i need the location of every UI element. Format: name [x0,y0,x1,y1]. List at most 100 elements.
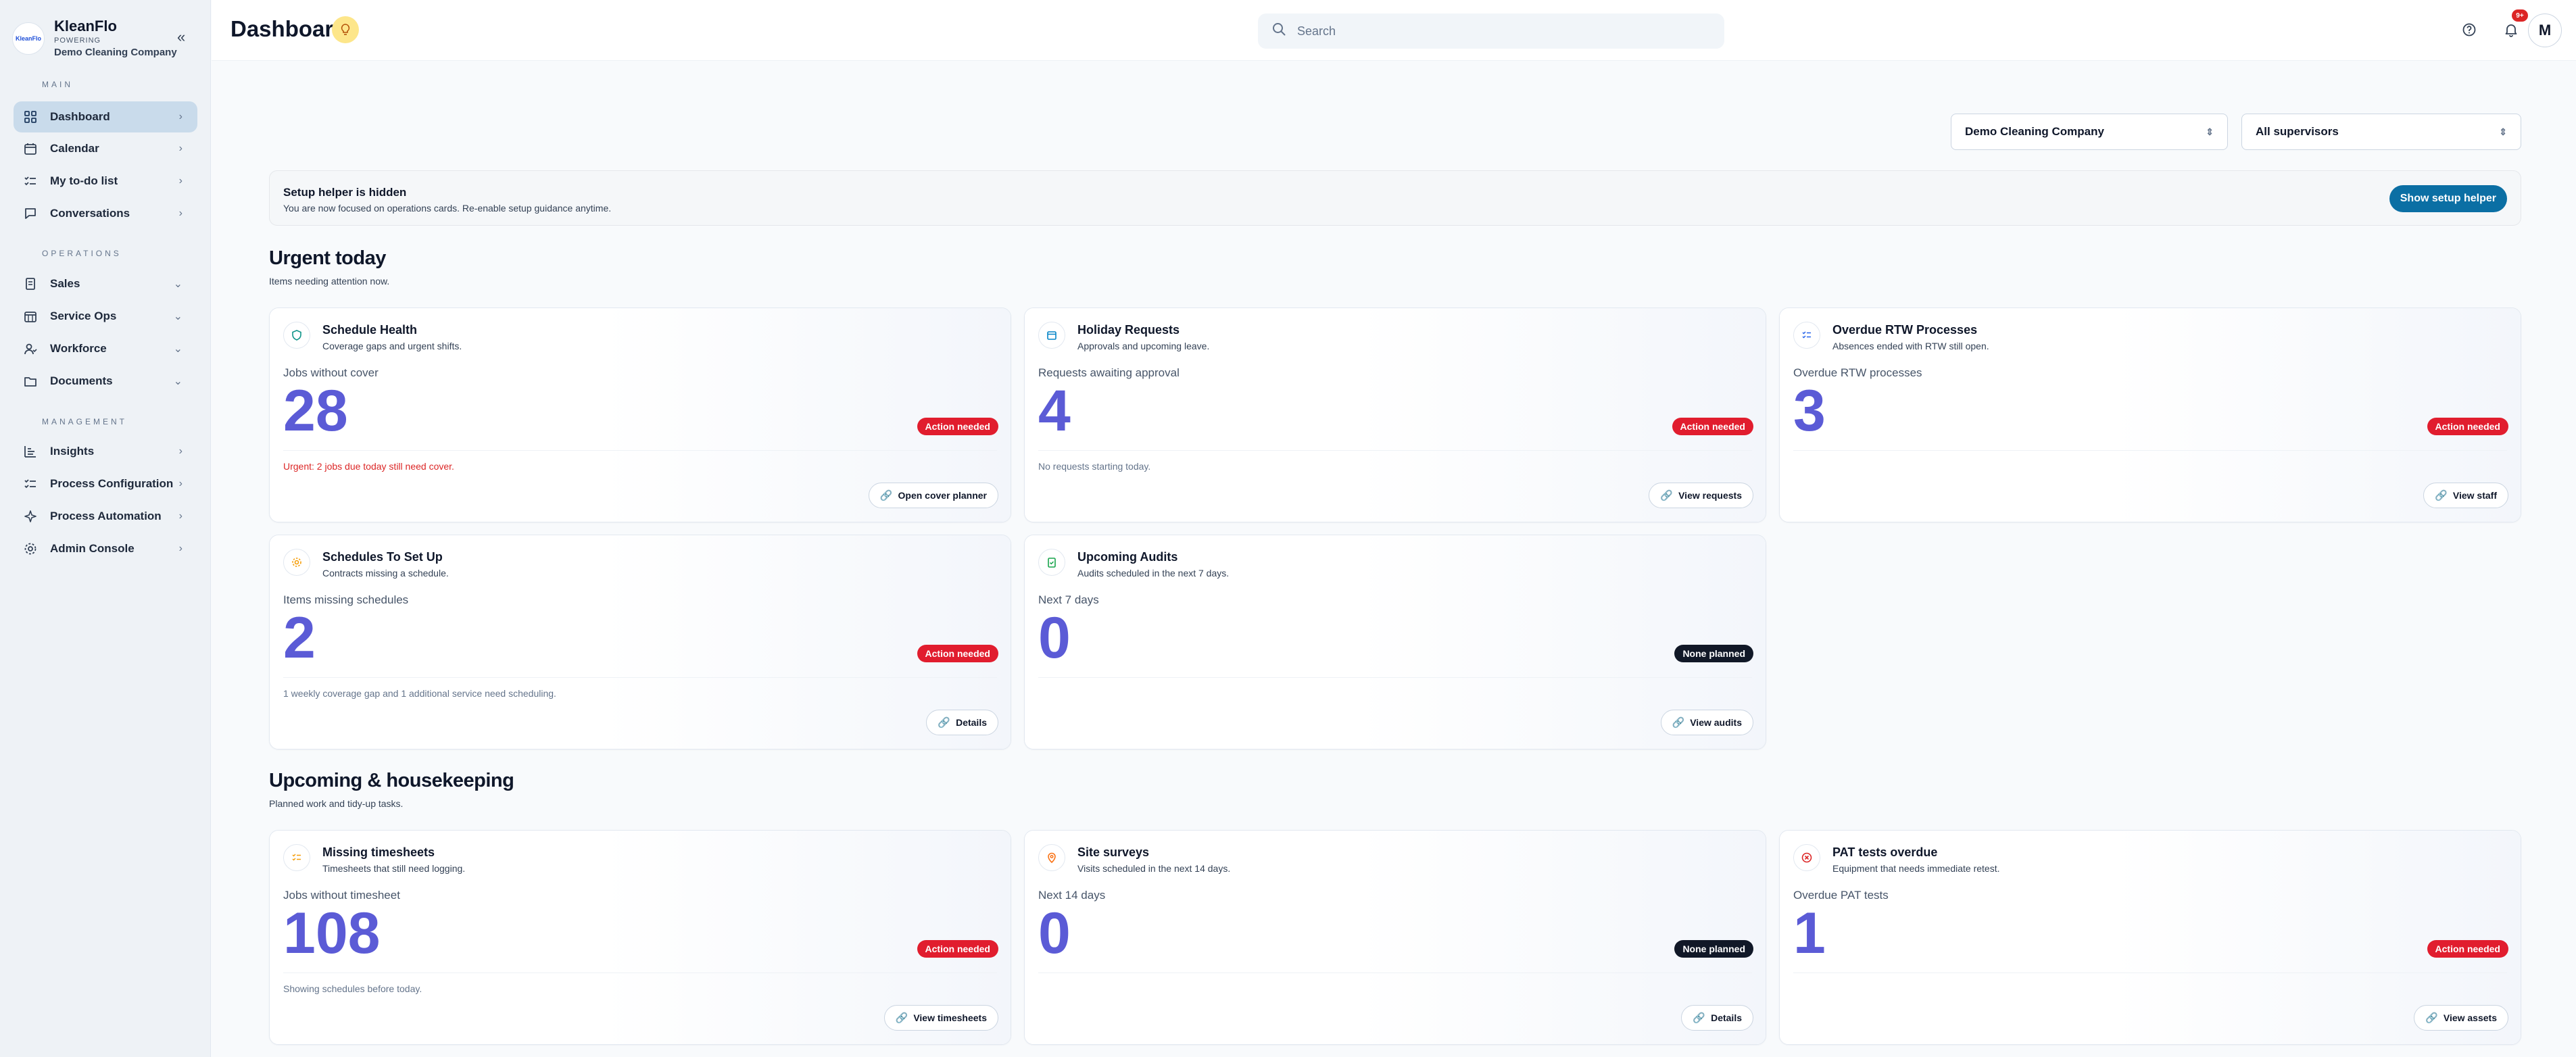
page-title: Dashboard [230,16,347,41]
sidebar-item-conversations[interactable]: Conversations › [14,198,197,229]
card-subtitle: Visits scheduled in the next 14 days. [1077,863,1231,874]
card-title: Site surveys [1077,845,1150,859]
lightbulb-icon[interactable] [332,16,359,43]
button-label: View audits [1690,717,1742,728]
avatar[interactable]: M [2528,14,2562,47]
sidebar-item-workforce[interactable]: Workforce ⌄ [14,333,197,364]
sidebar-item-sales[interactable]: Sales ⌄ [14,268,197,299]
sidebar-item-process-configuration[interactable]: Process Configuration › [14,468,197,499]
status-badge: Action needed [917,940,998,958]
button-label: Details [956,717,987,728]
card-subtitle: Absences ended with RTW still open. [1832,341,1989,351]
divider [1793,450,2507,451]
show-setup-helper-button[interactable]: Show setup helper [2389,185,2507,212]
link-icon: 🔗 [1693,1012,1706,1024]
status-badge: None planned [1674,645,1753,662]
card-title: Holiday Requests [1077,323,1180,337]
card-note: No requests starting today. [1038,461,1151,472]
link-icon: 🔗 [895,1012,908,1024]
sidebar-item-calendar[interactable]: Calendar › [14,133,197,164]
chevron-right-icon: › [178,478,183,489]
button-label: View timesheets [913,1012,987,1023]
company-select[interactable]: Demo Cleaning Company ⇕ [1951,114,2228,150]
sidebar-item-admin-console[interactable]: Admin Console › [14,533,197,564]
card-pat-tests-overdue: PAT tests overdue Equipment that needs i… [1779,830,2521,1045]
checklist-icon [23,174,38,189]
collapse-sidebar-icon[interactable]: « [177,28,185,46]
card-schedule-health: Schedule Health Coverage gaps and urgent… [269,308,1011,522]
sidebar-item-dashboard[interactable]: Dashboard › [14,101,197,132]
card-overdue-rtw: Overdue RTW Processes Absences ended wit… [1779,308,2521,522]
details-button[interactable]: 🔗 Details [926,710,998,735]
list-icon [283,844,310,871]
view-timesheets-button[interactable]: 🔗 View timesheets [883,1005,998,1031]
status-badge: Action needed [1672,418,1753,435]
view-audits-button[interactable]: 🔗 View audits [1660,710,1753,735]
brand-name: KleanFlo [54,18,117,34]
sidebar-item-documents[interactable]: Documents ⌄ [14,366,197,397]
section-title-urgent: Urgent today [269,247,386,269]
brand-powering: POWERING [54,36,101,45]
sort-chevron-icon: ⇕ [2206,126,2214,137]
chevron-right-icon: › [178,207,183,219]
sidebar-item-label: Conversations [50,207,130,220]
metric-value: 1 [1793,901,1826,966]
gear-icon [23,541,38,556]
card-site-surveys: Site surveys Visits scheduled in the nex… [1024,830,1766,1045]
chevron-down-icon: ⌄ [173,343,183,355]
sidebar-item-label: My to-do list [50,174,118,187]
metric-label: Jobs without timesheet [283,889,400,902]
open-cover-planner-button[interactable]: 🔗 Open cover planner [868,483,998,508]
search-box[interactable] [1258,14,1724,49]
status-badge: Action needed [2427,418,2508,435]
card-subtitle: Contracts missing a schedule. [322,568,449,579]
section-subtitle-upcoming: Planned work and tidy-up tasks. [269,798,404,809]
card-holiday-requests: Holiday Requests Approvals and upcoming … [1024,308,1766,522]
map-pin-icon [1038,844,1065,871]
view-requests-button[interactable]: 🔗 View requests [1649,483,1753,508]
card-title: Schedule Health [322,323,418,337]
nav-section-main: MAIN [42,80,73,89]
divider [283,677,997,678]
brand[interactable]: KleanFlo KleanFlo POWERING Demo Cleaning… [12,18,177,59]
calendar-icon [1038,322,1065,349]
metric-label: Next 7 days [1038,593,1099,606]
metric-value: 0 [1038,606,1071,670]
view-assets-button[interactable]: 🔗 View assets [2414,1005,2508,1031]
sidebar-item-service-ops[interactable]: Service Ops ⌄ [14,301,197,332]
sort-chevron-icon: ⇕ [2499,126,2507,137]
chevron-right-icon: › [178,111,183,122]
sidebar-item-process-automation[interactable]: Process Automation › [14,501,197,532]
grid-icon [23,109,38,124]
supervisor-select[interactable]: All supervisors ⇕ [2241,114,2521,150]
sparkle-icon [23,509,38,524]
chevron-right-icon: › [178,175,183,187]
bar-chart-icon [23,444,38,459]
sidebar-item-label: Service Ops [50,310,117,322]
sidebar-item-label: Documents [50,374,113,387]
sidebar-item-insights[interactable]: Insights › [14,436,197,467]
metric-value: 4 [1038,378,1071,443]
sidebar-item-todo[interactable]: My to-do list › [14,166,197,197]
divider [283,450,997,451]
sidebar-item-label: Calendar [50,142,99,155]
chevron-right-icon: › [178,445,183,457]
help-icon[interactable] [2460,20,2479,39]
search-input[interactable] [1297,24,1703,39]
list-check-icon [1793,322,1820,349]
divider [1038,677,1752,678]
view-staff-button[interactable]: 🔗 View staff [2423,483,2508,508]
metric-value: 3 [1793,378,1826,443]
details-button[interactable]: 🔗 Details [1681,1005,1753,1031]
users-icon [23,341,38,356]
nav-section-operations: OPERATIONS [42,249,122,258]
section-subtitle-urgent: Items needing attention now. [269,276,390,287]
metric-label: Overdue RTW processes [1793,366,1922,379]
setup-helper-banner: Setup helper is hidden You are now focus… [269,170,2521,226]
card-title: Schedules To Set Up [322,550,443,564]
card-title: Overdue RTW Processes [1832,323,1978,337]
status-badge: Action needed [917,645,998,662]
bell-icon[interactable] [2502,20,2521,39]
brand-company: Demo Cleaning Company [54,47,177,58]
sidebar-item-label: Dashboard [50,110,110,123]
